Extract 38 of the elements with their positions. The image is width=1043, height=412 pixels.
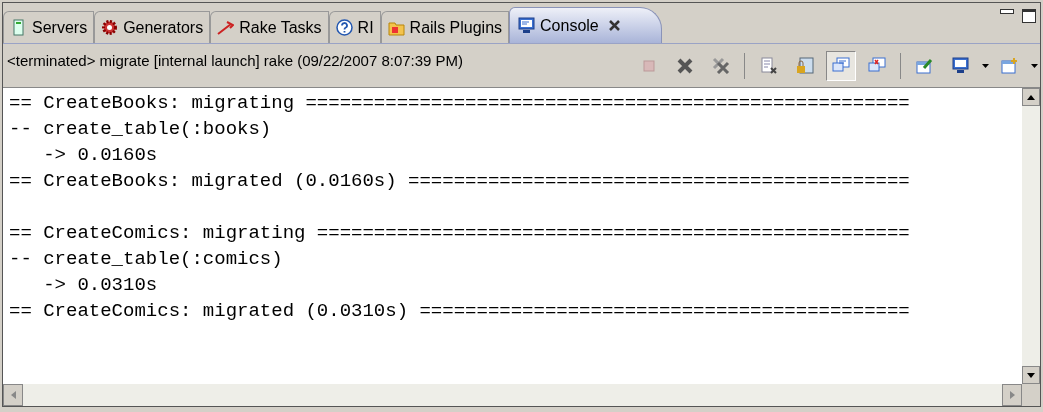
down-arrow-icon <box>1027 372 1035 378</box>
maximize-icon[interactable] <box>1022 9 1036 23</box>
view-tab[interactable]: Rails Plugins <box>380 11 510 43</box>
view-tab[interactable]: Generators <box>94 11 211 43</box>
minimize-icon[interactable] <box>1000 9 1014 14</box>
up-arrow-icon <box>1027 94 1035 100</box>
new-window-icon <box>1001 57 1019 74</box>
console-error-icon <box>868 57 886 74</box>
scroll-lock-icon <box>796 57 814 74</box>
rake-icon <box>217 19 235 36</box>
remove-all-icon <box>712 57 730 74</box>
console-output: == CreateBooks: migrating ===================================================== -- create_table(:books) -> 0.0160s == CreateBooks: migrated (0.0160s) ============================================ == CreateComics: migrating ==================================================== -- create_table(:comics) -> 0.0310s == CreateComics: migrated (0.0310s) =========================================== <box>8 91 911 324</box>
console-window-icon <box>832 57 850 74</box>
scroll-up-button[interactable] <box>1022 88 1040 106</box>
scroll-down-button[interactable] <box>1022 366 1040 384</box>
monitor-icon <box>952 57 970 74</box>
folder-plug-icon <box>387 19 405 36</box>
view-tab[interactable]: Servers <box>3 11 95 43</box>
horizontal-scrollbar[interactable] <box>3 384 1022 406</box>
dropdown-caret-icon[interactable] <box>982 63 989 68</box>
document-clear-icon <box>760 57 778 74</box>
server-icon <box>10 19 27 36</box>
console-status-text: <terminated> migrate [internal launch] rake (09/22/2007 8:07:39 PM) <box>6 51 464 71</box>
remove-icon <box>676 57 694 74</box>
view-tab[interactable]: RI <box>328 11 381 43</box>
left-arrow-icon <box>10 391 16 399</box>
view-tab[interactable]: Console <box>509 7 662 43</box>
dropdown-caret-icon[interactable] <box>1031 63 1038 68</box>
gear-icon <box>101 19 119 36</box>
view-tab[interactable]: Rake Tasks <box>210 11 329 43</box>
pin-icon <box>916 57 934 74</box>
right-arrow-icon <box>1009 391 1015 399</box>
help-icon <box>335 19 353 36</box>
scroll-left-button[interactable] <box>3 384 23 406</box>
close-icon[interactable] <box>607 19 621 32</box>
console-icon <box>518 17 536 34</box>
vertical-scrollbar[interactable] <box>1022 88 1040 384</box>
stop-icon <box>640 57 658 74</box>
